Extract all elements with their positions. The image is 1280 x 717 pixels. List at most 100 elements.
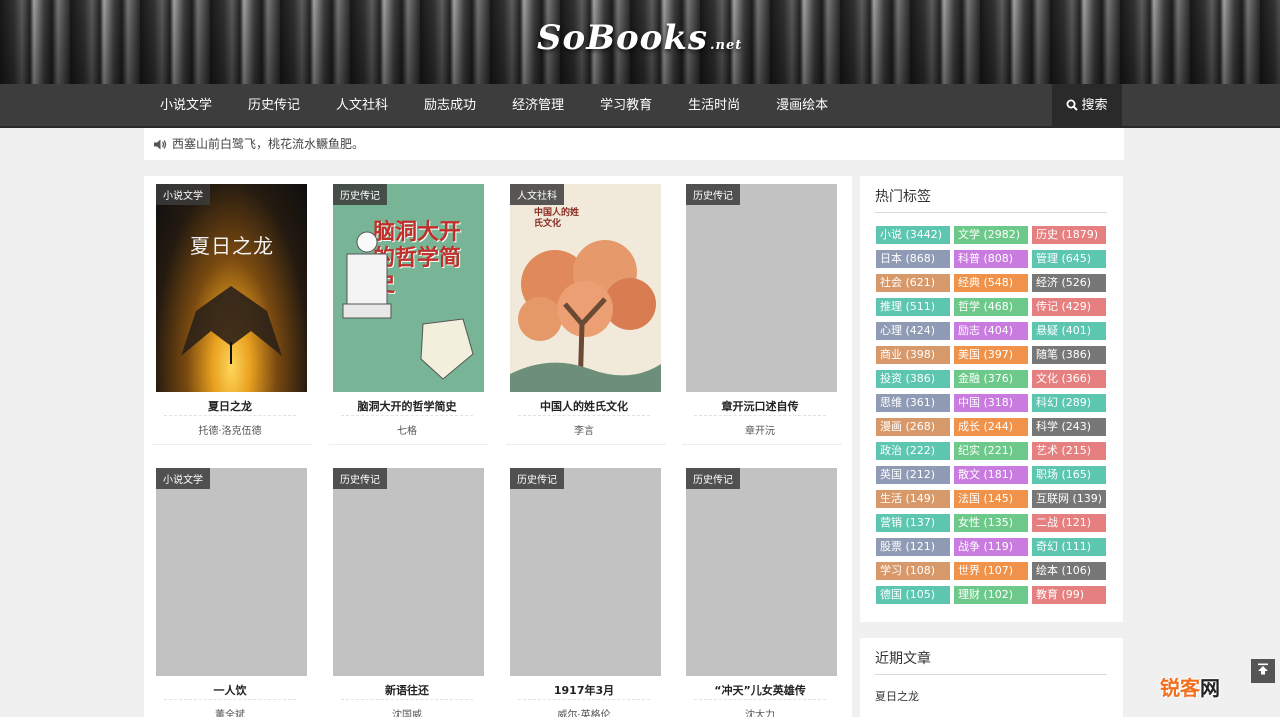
category-badge: 人文社科 — [510, 184, 564, 205]
tag-chip[interactable]: 生活 (149) — [876, 490, 950, 508]
tag-chip[interactable]: 日本 (868) — [876, 250, 950, 268]
nav-item-comics[interactable]: 漫画绘本 — [758, 84, 846, 128]
watermark-logo: 锐客网 — [1160, 672, 1220, 701]
site-logo[interactable]: SoBooks .net — [537, 18, 742, 58]
arrow-up-icon — [1258, 663, 1268, 675]
tag-chip[interactable]: 英国 (212) — [876, 466, 950, 484]
book-author: 七格 — [397, 426, 417, 437]
divider — [875, 674, 1107, 675]
tree-illustration — [510, 240, 661, 392]
book-author: 托德·洛克伍德 — [198, 426, 262, 437]
tag-chip[interactable]: 漫画 (268) — [876, 418, 950, 436]
tag-chip[interactable]: 德国 (105) — [876, 586, 950, 604]
tag-chip[interactable]: 绘本 (106) — [1032, 562, 1106, 580]
search-icon — [1066, 99, 1079, 111]
book-cover[interactable]: 历史传记 — [686, 468, 837, 676]
nav-item-education[interactable]: 学习教育 — [582, 84, 670, 128]
tag-chip[interactable]: 思维 (361) — [876, 394, 950, 412]
tag-chip[interactable]: 职场 (165) — [1032, 466, 1106, 484]
nav-item-lifestyle[interactable]: 生活时尚 — [670, 84, 758, 128]
tag-chip[interactable]: 金融 (376) — [954, 370, 1028, 388]
tag-chip[interactable]: 艺术 (215) — [1032, 442, 1106, 460]
book-cover[interactable]: 历史传记 脑洞大开的哲学简史 — [333, 184, 484, 392]
book-cover[interactable]: 小说文学 — [156, 468, 307, 676]
book-cover[interactable]: 历史传记 — [686, 184, 837, 392]
tag-chip[interactable]: 散文 (181) — [954, 466, 1028, 484]
tag-chip[interactable]: 历史 (1879) — [1032, 226, 1106, 244]
tag-chip[interactable]: 随笔 (386) — [1032, 346, 1106, 364]
search-label: 搜索 — [1081, 98, 1108, 113]
tag-chip[interactable]: 营销 (137) — [876, 514, 950, 532]
divider — [518, 699, 650, 700]
search-button[interactable]: 搜索 — [1052, 84, 1122, 128]
book-author: 威尔·英格伦 — [557, 710, 611, 717]
tag-chip[interactable]: 文学 (2982) — [954, 226, 1028, 244]
tag-chip[interactable]: 推理 (511) — [876, 298, 950, 316]
nav-item-fiction[interactable]: 小说文学 — [142, 84, 230, 128]
book-title[interactable]: 一人饮 — [148, 682, 312, 698]
tag-chip[interactable]: 二战 (121) — [1032, 514, 1106, 532]
nav-item-economics[interactable]: 经济管理 — [494, 84, 582, 128]
book-author: 沈国威 — [392, 710, 422, 717]
tag-chip[interactable]: 哲学 (468) — [954, 298, 1028, 316]
tag-chip[interactable]: 心理 (424) — [876, 322, 950, 340]
book-title[interactable]: 章开沅口述自传 — [678, 398, 842, 414]
tag-chip[interactable]: 科普 (808) — [954, 250, 1028, 268]
tag-chip[interactable]: 科学 (243) — [1032, 418, 1106, 436]
tag-chip[interactable]: 经典 (548) — [954, 274, 1028, 292]
book-cover[interactable]: 人文社科 中国人的姓氏文化 — [510, 184, 661, 392]
tag-chip[interactable]: 女性 (135) — [954, 514, 1028, 532]
book-title[interactable]: 夏日之龙 — [148, 398, 312, 414]
tag-chip[interactable]: 股票 (121) — [876, 538, 950, 556]
tag-chip[interactable]: 小说 (3442) — [876, 226, 950, 244]
tag-chip[interactable]: 学习 (108) — [876, 562, 950, 580]
logo-text: SoBooks — [537, 18, 709, 58]
widget-title: 近期文章 — [875, 651, 931, 667]
tag-chip[interactable]: 传记 (429) — [1032, 298, 1106, 316]
tag-chip[interactable]: 法国 (145) — [954, 490, 1028, 508]
tag-chip[interactable]: 理财 (102) — [954, 586, 1028, 604]
tag-chip[interactable]: 科幻 (289) — [1032, 394, 1106, 412]
nav-item-history[interactable]: 历史传记 — [230, 84, 318, 128]
tag-chip[interactable]: 悬疑 (401) — [1032, 322, 1106, 340]
tag-chip[interactable]: 纪实 (221) — [954, 442, 1028, 460]
widget-title: 热门标签 — [875, 189, 931, 205]
hot-tags-widget: 热门标签 小说 (3442) 文学 (2982) 历史 (1879) 日本 (868)… — [860, 176, 1123, 622]
tag-chip[interactable]: 世界 (107) — [954, 562, 1028, 580]
tag-chip[interactable]: 社会 (621) — [876, 274, 950, 292]
tag-chip[interactable]: 经济 (526) — [1032, 274, 1106, 292]
recent-post-link[interactable]: 夏日之龙 — [875, 688, 919, 704]
category-badge: 小说文学 — [156, 468, 210, 489]
book-title[interactable]: 1917年3月 — [502, 682, 666, 698]
tag-chip[interactable]: 中国 (318) — [954, 394, 1028, 412]
tag-chip[interactable]: 互联网 (139) — [1032, 490, 1106, 508]
tag-chip[interactable]: 投资 (386) — [876, 370, 950, 388]
nav-item-humanities[interactable]: 人文社科 — [318, 84, 406, 128]
nav-item-self-help[interactable]: 励志成功 — [406, 84, 494, 128]
tag-chip[interactable]: 成长 (244) — [954, 418, 1028, 436]
tag-chip[interactable]: 教育 (99) — [1032, 586, 1106, 604]
back-to-top-button[interactable] — [1251, 659, 1275, 683]
header-banner: SoBooks .net — [0, 0, 1280, 84]
book-cover[interactable]: 小说文学 夏日之龙 — [156, 184, 307, 392]
category-badge: 历史传记 — [510, 468, 564, 489]
tag-chip[interactable]: 美国 (397) — [954, 346, 1028, 364]
book-cover[interactable]: 历史传记 — [333, 468, 484, 676]
philosopher-illustration — [342, 231, 392, 319]
tag-chip[interactable]: 奇幻 (111) — [1032, 538, 1106, 556]
book-title[interactable]: 脑洞大开的哲学简史 — [325, 398, 489, 414]
book-title[interactable]: 中国人的姓氏文化 — [502, 398, 666, 414]
tag-chip[interactable]: 政治 (222) — [876, 442, 950, 460]
tag-list: 小说 (3442) 文学 (2982) 历史 (1879) 日本 (868) 科普 (8… — [876, 226, 1111, 604]
tag-chip[interactable]: 励志 (404) — [954, 322, 1028, 340]
book-title[interactable]: “冲天”儿女英雄传 — [678, 682, 842, 698]
book-title[interactable]: 新语往还 — [325, 682, 489, 698]
tag-chip[interactable]: 商业 (398) — [876, 346, 950, 364]
divider — [682, 444, 842, 445]
divider — [341, 699, 473, 700]
book-cover[interactable]: 历史传记 — [510, 468, 661, 676]
tag-chip[interactable]: 战争 (119) — [954, 538, 1028, 556]
tag-chip[interactable]: 管理 (645) — [1032, 250, 1106, 268]
watermark-text: 网 — [1200, 676, 1220, 700]
tag-chip[interactable]: 文化 (366) — [1032, 370, 1106, 388]
